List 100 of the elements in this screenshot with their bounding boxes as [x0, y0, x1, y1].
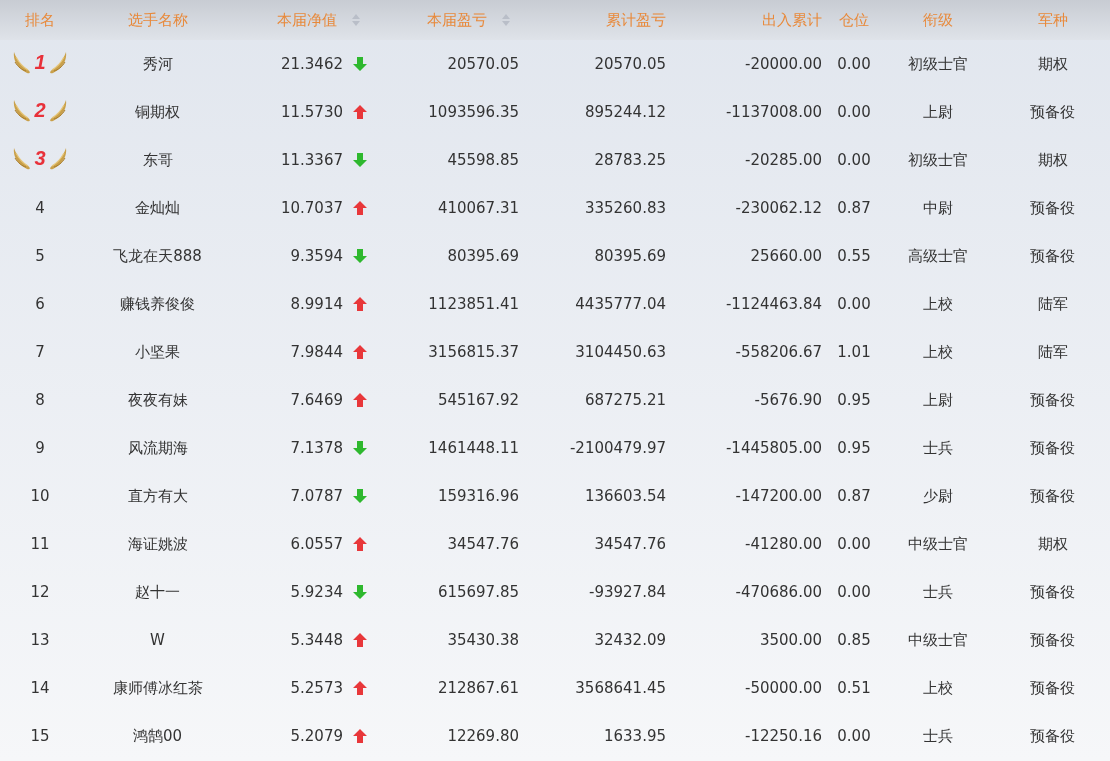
table-cell: 0.85	[837, 630, 871, 649]
table-cell: 期权	[1037, 54, 1068, 73]
table-cell: -93927.84	[589, 582, 666, 601]
table-cell: 7	[35, 342, 45, 361]
table-cell: 0.95	[837, 438, 871, 457]
table-cell: 预备役	[1030, 582, 1075, 601]
table-cell: 0.95	[837, 390, 871, 409]
table-cell: 士兵	[922, 726, 953, 745]
table-cell: 9	[35, 438, 45, 457]
table-cell: 8	[35, 390, 45, 409]
table-cell: 赵十一	[135, 582, 180, 601]
table-cell: 11	[30, 534, 50, 553]
table-cell: 34547.76	[594, 534, 666, 553]
table-cell: -558206.67	[735, 342, 822, 361]
table-cell: 秀河	[142, 54, 173, 73]
table-cell: W	[150, 630, 165, 649]
column-header: 选手名称	[127, 10, 188, 29]
rank-number: 3	[34, 145, 46, 171]
table-cell: 陆军	[1037, 294, 1068, 313]
column-header: 排名	[25, 10, 55, 29]
column-header[interactable]: 本届盈亏	[427, 10, 487, 29]
table-cell: 13	[30, 630, 50, 649]
table-cell: 东哥	[142, 150, 173, 169]
table-cell: 0.00	[837, 582, 871, 601]
table-cell: 5.2079	[290, 726, 343, 745]
table-cell: 海证姚波	[127, 534, 188, 553]
table-cell: 0.00	[837, 294, 871, 313]
table-cell: 615697.85	[437, 582, 519, 601]
table-cell: 铜期权	[135, 102, 180, 121]
table-cell: 5	[35, 246, 45, 265]
table-cell: 期权	[1037, 534, 1068, 553]
table-cell: 212867.61	[437, 678, 519, 697]
table-cell: 预备役	[1030, 678, 1075, 697]
table-cell: 6	[35, 294, 45, 313]
table-cell: 直方有大	[127, 486, 188, 505]
table-cell: 1461448.11	[428, 438, 519, 457]
table-cell: -20000.00	[745, 54, 822, 73]
table-cell: 1633.95	[603, 726, 666, 745]
table-cell: 7.1378	[290, 438, 343, 457]
table-cell: 预备役	[1030, 198, 1075, 217]
table-cell: 上尉	[922, 102, 953, 121]
table-cell: 飞龙在天888	[113, 246, 202, 265]
table-cell: 高级士官	[907, 246, 968, 265]
table-cell: 10.7037	[280, 198, 343, 217]
table-cell: 0.00	[837, 102, 871, 121]
table-cell: 25660.00	[750, 246, 822, 265]
table-cell: -1445805.00	[725, 438, 822, 457]
table-cell: -1137008.00	[725, 102, 822, 121]
rank-number: 1	[34, 49, 46, 75]
column-header: 出入累计	[762, 10, 822, 29]
table-cell: 80395.69	[594, 246, 666, 265]
table-cell: -470686.00	[735, 582, 822, 601]
table-cell: 0.55	[837, 246, 871, 265]
table-cell: 45598.85	[447, 150, 519, 169]
table-cell: 预备役	[1030, 486, 1075, 505]
table-cell: 9.3594	[290, 246, 343, 265]
table-cell: 12	[30, 582, 50, 601]
table-cell: 上校	[922, 294, 953, 313]
table-cell: 5.3448	[290, 630, 343, 649]
table-cell: 0.00	[837, 150, 871, 169]
table-cell: 8.9914	[290, 294, 343, 313]
table-cell: -5676.90	[754, 390, 822, 409]
table-cell: 初级士官	[907, 150, 968, 169]
column-header: 仓位	[839, 10, 869, 29]
table-cell: 10	[30, 486, 50, 505]
table-cell: 中尉	[922, 198, 953, 217]
table-cell: 初级士官	[907, 54, 968, 73]
table-cell: 士兵	[922, 582, 953, 601]
table-cell: -147200.00	[735, 486, 822, 505]
table-cell: 0.87	[837, 486, 871, 505]
rank-number: 2	[34, 97, 46, 123]
table-cell: 赚钱养俊俊	[120, 294, 195, 313]
table-cell: 335260.83	[584, 198, 666, 217]
table-cell: 0.00	[837, 54, 871, 73]
table-cell: 士兵	[922, 438, 953, 457]
table-cell: 预备役	[1030, 102, 1075, 121]
table-cell: 4435777.04	[575, 294, 666, 313]
table-cell: 风流期海	[127, 438, 188, 457]
table-cell: 1093596.35	[428, 102, 519, 121]
table-cell: 预备役	[1030, 438, 1075, 457]
table-cell: 4	[35, 198, 45, 217]
table-cell: 0.51	[837, 678, 871, 697]
column-header: 累计盈亏	[606, 10, 666, 29]
table-cell: 夜夜有妹	[127, 390, 188, 409]
table-cell: 80395.69	[447, 246, 519, 265]
table-cell: 中级士官	[907, 630, 968, 649]
table-cell: 少尉	[922, 486, 953, 505]
table-cell: 0.87	[837, 198, 871, 217]
table-cell: 1.01	[837, 342, 871, 361]
table-cell: 410067.31	[437, 198, 519, 217]
table-cell: 上尉	[922, 390, 953, 409]
table-cell: 6.0557	[290, 534, 343, 553]
table-cell: 上校	[922, 342, 953, 361]
table-cell: -20285.00	[745, 150, 822, 169]
table-cell: 预备役	[1030, 390, 1075, 409]
table-cell: 895244.12	[584, 102, 666, 121]
table-cell: 32432.09	[594, 630, 666, 649]
table-cell: 5.2573	[290, 678, 343, 697]
table-cell: 3104450.63	[575, 342, 666, 361]
table-cell: 12269.80	[447, 726, 519, 745]
